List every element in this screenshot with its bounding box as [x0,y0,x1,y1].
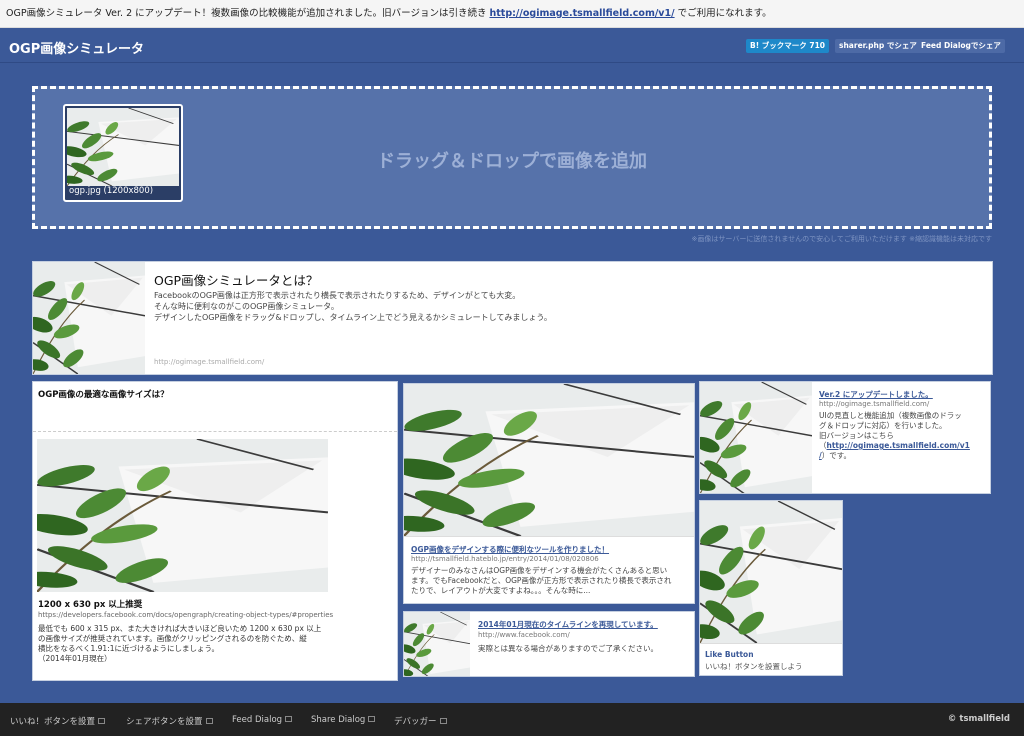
card-desc: FacebookのOGP画像は正方形で表示されたり横長で表示されたりするため、デ… [154,290,552,323]
desc-line: （http://ogimage.tsmallfield.com/v1 [819,441,979,451]
desc-line: の画像サイズが推奨されています。画像がクリッピングされるのを防ぐため、縦 [38,634,307,643]
paren: ）です。 [821,451,851,460]
card-desc: いいね！ボタンを設置しよう [705,662,803,671]
card-intro[interactable]: OGP画像シミュレータとは？ FacebookのOGP画像は正方形で表示されたり… [32,261,993,375]
card-url: http://tsmallfield.hateblo.jp/entry/2014… [411,555,599,563]
card-like[interactable]: Like Button いいね！ボタンを設置しよう [699,500,843,676]
v1-link[interactable]: http://ogimage.tsmallfield.com/v1/ [489,8,674,19]
desc-line: 最低でも 600 x 315 px、また大きければ大きいほど良いため 1200 … [38,624,322,633]
desc-line: 旧バージョンはこちら [819,431,894,440]
sharer-button[interactable]: sharer.php でシェア [835,39,921,53]
card-desc: デザイナーのみなさんはOGP画像をデザインする機会がたくさんあると思い ます。で… [411,566,689,596]
footer-link-like[interactable]: いいね！ボタンを設置 [10,715,106,727]
desc-line: たりで、レイアウトが大変ですよね。。。そんな時に... [411,586,591,595]
paren: （ [819,441,827,450]
footer-link-label: シェアボタンを設置 [126,717,203,727]
card-url: http://ogimage.tsmallfield.com/ [154,358,265,366]
thumb-caption: ogp.jpg (1200x800) [69,186,154,196]
notice-text: OGP画像シミュレータ Ver. 2 にアップデート！複数画像の比較機能が追加さ… [6,8,487,19]
card-size[interactable]: OGP画像の最適な画像サイズは？ 1200 x 630 px 以上推奨 http… [32,381,398,681]
feed-dialog-button[interactable]: Feed Dialogでシェア [917,39,1005,53]
card-desc: 実際とは異なる場合がありますのでご了承ください。 [478,644,658,653]
drop-label: ドラッグ＆ドロップで画像を追加 [377,151,647,172]
card-title-link[interactable]: 2014年01月現在のタイムラインを再現しています。 [478,619,658,630]
card-version[interactable]: Ver.2 にアップデートしました。 http://ogimage.tsmall… [699,381,991,494]
v1-link[interactable]: http://ogimage.tsmallfield.com/v1 [827,441,970,450]
card-url[interactable]: https://developers.facebook.com/docs/ope… [38,611,333,619]
site-title[interactable]: OGP画像シミュレータ [9,38,144,57]
update-notice-bar: OGP画像シミュレータ Ver. 2 にアップデート！複数画像の比較機能が追加さ… [0,0,1024,28]
divider [700,643,842,644]
card-url: http://www.facebook.com/ [478,631,570,639]
desc-line: デザイナーのみなさんはOGP画像をデザインする機会がたくさんあると思い [411,566,668,575]
external-link-icon [98,718,106,724]
external-link-icon [285,716,293,722]
notice-text-after: でご利用になれます。 [677,8,772,19]
card-desc: UIの見直しと機能追加（複数画像のドラッ グ＆ドロップに対応）を行いました。 旧… [819,411,979,461]
desc-line: UIの見直しと機能追加（複数画像のドラッ [819,411,962,420]
plant-photo [700,501,842,643]
desc-line: （2014年01月現在） [38,654,112,663]
hatena-count: 710 [809,41,826,50]
card-desc: 最低でも 600 x 315 px、また大きければ大きいほど良いため 1200 … [38,624,328,664]
card-subtitle: 1200 x 630 px 以上推奨 [38,600,143,610]
desc-line: ます。でもFacebookだと、OGP画像が正方形で表示されたり横長で表示され [411,576,672,585]
footer-link-feed[interactable]: Feed Dialog [232,715,293,725]
desc-line: FacebookのOGP画像は正方形で表示されたり横長で表示されたりするため、デ… [154,291,521,300]
plant-photo [37,439,328,592]
drop-zone[interactable]: ogp.jpg (1200x800) ドラッグ＆ドロップで画像を追加 [32,86,992,229]
footer-link-share[interactable]: シェアボタンを設置 [126,715,213,727]
card-title: OGP画像シミュレータとは？ [154,273,319,288]
footer-link-label: Share Dialog [311,715,366,725]
desc-line: /）です。 [819,451,979,461]
footer: いいね！ボタンを設置 シェアボタンを設置 Feed Dialog Share D… [0,703,1024,736]
desc-line: グ＆ドロップに対応）を行いました。 [819,421,947,430]
footer-link-share-dialog[interactable]: Share Dialog [311,715,376,725]
card-title: OGP画像の最適な画像サイズは？ [38,390,169,400]
copyright: © tsmallfield [947,714,1010,724]
footer-link-debugger[interactable]: デバッガー [394,715,447,727]
desc-line: 横比をなるべく1.91:1に近づけるようにしましょう。 [38,644,220,653]
header: OGP画像シミュレータ B! ブックマーク 710 sharer.php でシェ… [0,29,1024,63]
external-link-icon [439,718,447,724]
desc-line: デザインしたOGP画像をドラッグ&ドロップし、タイムライン上でどう見えるかシミュ… [154,313,552,322]
card-url: http://ogimage.tsmallfield.com/ [819,400,930,408]
card-timeline[interactable]: 2014年01月現在のタイムラインを再現しています。 http://www.fa… [403,611,695,677]
hatena-bookmark-button[interactable]: B! ブックマーク 710 [746,39,830,53]
divider [33,431,397,432]
external-link-icon [205,718,213,724]
footer-link-label: デバッガー [394,717,437,727]
footer-link-label: いいね！ボタンを設置 [10,717,96,727]
plant-photo [700,382,812,493]
card-title-link[interactable]: Ver.2 にアップデートしました。 [819,389,933,400]
divider [404,536,694,537]
external-link-icon [368,716,376,722]
plant-photo [33,262,145,374]
card-design[interactable]: OGP画像をデザインする際に便利なツールを作りました！ http://tsmal… [403,383,695,604]
hatena-label: B! ブックマーク [750,41,807,50]
plant-photo [404,612,470,676]
footer-link-label: Feed Dialog [232,715,283,725]
card-title-link[interactable]: OGP画像をデザインする際に便利なツールを作りました！ [411,544,609,555]
card-title[interactable]: Like Button [705,650,754,659]
drop-note: ※画像はサーバーに送信されませんので安心してご利用いただけます ※縮認識機能は未… [691,235,992,243]
plant-photo [404,384,694,536]
desc-line: そんな時に便利なのがこのOGP画像シミュレータ。 [154,302,339,311]
